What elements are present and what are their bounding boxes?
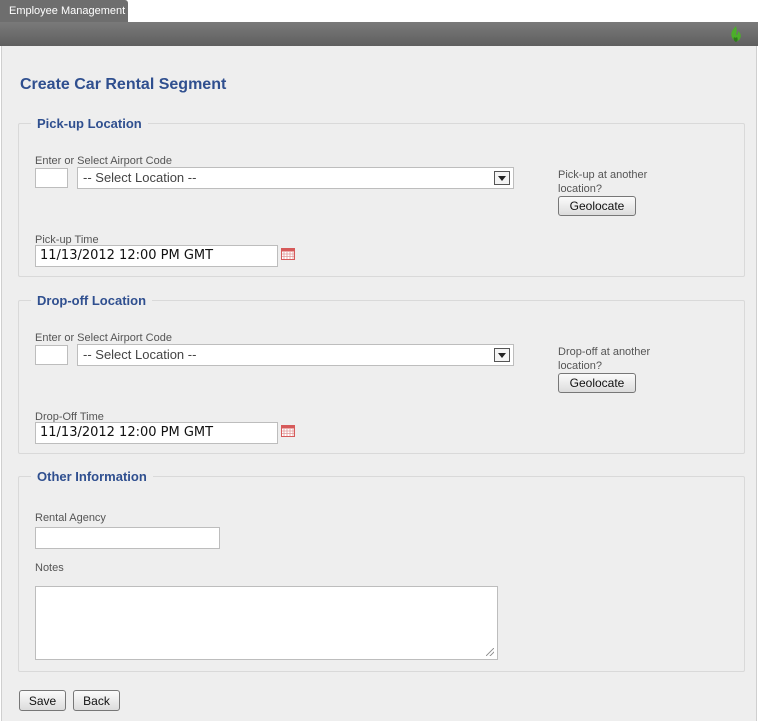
rental-agency-label: Rental Agency (35, 512, 106, 524)
page-title: Create Car Rental Segment (20, 76, 227, 93)
dropoff-other-location-text: Drop-off at another location? (558, 346, 651, 372)
chevron-down-icon[interactable] (494, 348, 510, 362)
dropoff-geolocate-button[interactable]: Geolocate (558, 373, 636, 393)
save-button[interactable]: Save (19, 690, 66, 711)
pickup-location-section: Pick-up Location Enter or Select Airport… (18, 116, 745, 277)
notes-label: Notes (35, 562, 64, 574)
notes-textarea[interactable] (35, 586, 498, 660)
pickup-time-input[interactable]: 11/13/2012 12:00 PM GMT (35, 245, 278, 267)
dropoff-location-select-value: -- Select Location -- (83, 347, 197, 362)
calendar-icon[interactable] (281, 425, 295, 437)
pickup-geolocate-button[interactable]: Geolocate (558, 196, 636, 216)
pickup-location-select-value: -- Select Location -- (83, 170, 197, 185)
dropoff-airport-code-input[interactable] (35, 345, 68, 365)
pickup-other-location-text: Pick-up at another location? (558, 169, 648, 195)
resize-grip-icon[interactable] (486, 648, 494, 656)
other-legend: Other Information (37, 469, 147, 484)
pickup-location-select[interactable]: -- Select Location -- (77, 167, 514, 189)
chevron-down-icon[interactable] (494, 171, 510, 185)
dropoff-location-select[interactable]: -- Select Location -- (77, 344, 514, 366)
pickup-airport-code-input[interactable] (35, 168, 68, 188)
rental-agency-input[interactable] (35, 527, 220, 549)
dropoff-legend: Drop-off Location (37, 293, 147, 308)
pickup-legend: Pick-up Location (37, 116, 142, 131)
dropoff-location-section: Drop-off Location Enter or Select Airpor… (18, 293, 745, 454)
dropoff-airport-label: Enter or Select Airport Code (35, 332, 172, 344)
main-content: Create Car Rental Segment Pick-up Locati… (1, 46, 757, 721)
top-toolbar (0, 22, 758, 46)
pickup-airport-label: Enter or Select Airport Code (35, 155, 172, 167)
dropoff-time-input[interactable]: 11/13/2012 12:00 PM GMT (35, 422, 278, 444)
calendar-icon[interactable] (281, 248, 295, 260)
tab-employee-management[interactable]: Employee Management (0, 0, 128, 22)
flame-logo-icon (731, 26, 741, 42)
back-button[interactable]: Back (73, 690, 120, 711)
other-information-section: Other Information Rental Agency Notes (18, 469, 745, 672)
